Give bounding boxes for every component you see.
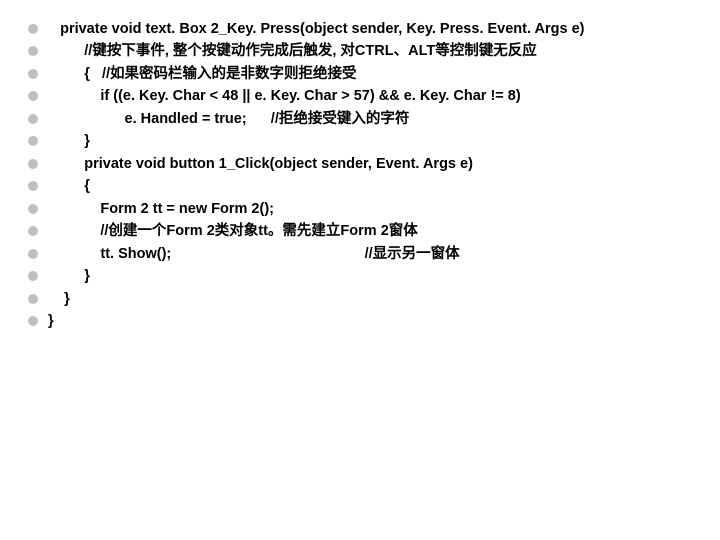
bullet-icon	[28, 249, 38, 259]
code-text: }	[48, 130, 692, 152]
code-line: private void text. Box 2_Key. Press(obje…	[28, 18, 692, 40]
code-line: if ((e. Key. Char < 48 || e. Key. Char >…	[28, 85, 692, 107]
code-text: private void text. Box 2_Key. Press(obje…	[48, 18, 692, 40]
bullet-icon	[28, 136, 38, 146]
bullet-icon	[28, 271, 38, 281]
code-text: Form 2 tt = new Form 2();	[48, 198, 692, 220]
code-line: //创建一个Form 2类对象tt。需先建立Form 2窗体	[28, 220, 692, 242]
bullet-icon	[28, 316, 38, 326]
code-line: }	[28, 130, 692, 152]
slide-content: private void text. Box 2_Key. Press(obje…	[0, 0, 720, 351]
code-line: }	[28, 288, 692, 310]
code-text: }	[48, 265, 692, 287]
code-line: }	[28, 310, 692, 332]
code-line: { //如果密码栏输入的是非数字则拒绝接受	[28, 63, 692, 85]
bullet-icon	[28, 46, 38, 56]
code-text: private void button 1_Click(object sende…	[48, 153, 692, 175]
code-line: tt. Show(); //显示另一窗体	[28, 243, 692, 265]
code-line: Form 2 tt = new Form 2();	[28, 198, 692, 220]
bullet-icon	[28, 204, 38, 214]
code-text: {	[48, 175, 692, 197]
code-text: e. Handled = true; //拒绝接受键入的字符	[48, 108, 692, 130]
code-line: }	[28, 265, 692, 287]
bullet-icon	[28, 181, 38, 191]
bullet-icon	[28, 91, 38, 101]
code-line: private void button 1_Click(object sende…	[28, 153, 692, 175]
bullet-icon	[28, 114, 38, 124]
bullet-icon	[28, 159, 38, 169]
bullet-icon	[28, 226, 38, 236]
bullet-icon	[28, 294, 38, 304]
bullet-icon	[28, 69, 38, 79]
code-line: {	[28, 175, 692, 197]
code-line: //键按下事件, 整个按键动作完成后触发, 对CTRL、ALT等控制键无反应	[28, 40, 692, 62]
code-text: }	[48, 288, 692, 310]
code-text: { //如果密码栏输入的是非数字则拒绝接受	[48, 63, 692, 85]
bullet-icon	[28, 24, 38, 34]
code-text: tt. Show(); //显示另一窗体	[48, 243, 692, 265]
code-text: }	[48, 310, 692, 332]
code-text: //键按下事件, 整个按键动作完成后触发, 对CTRL、ALT等控制键无反应	[48, 40, 692, 62]
code-line: e. Handled = true; //拒绝接受键入的字符	[28, 108, 692, 130]
code-text: //创建一个Form 2类对象tt。需先建立Form 2窗体	[48, 220, 692, 242]
code-text: if ((e. Key. Char < 48 || e. Key. Char >…	[48, 85, 692, 107]
